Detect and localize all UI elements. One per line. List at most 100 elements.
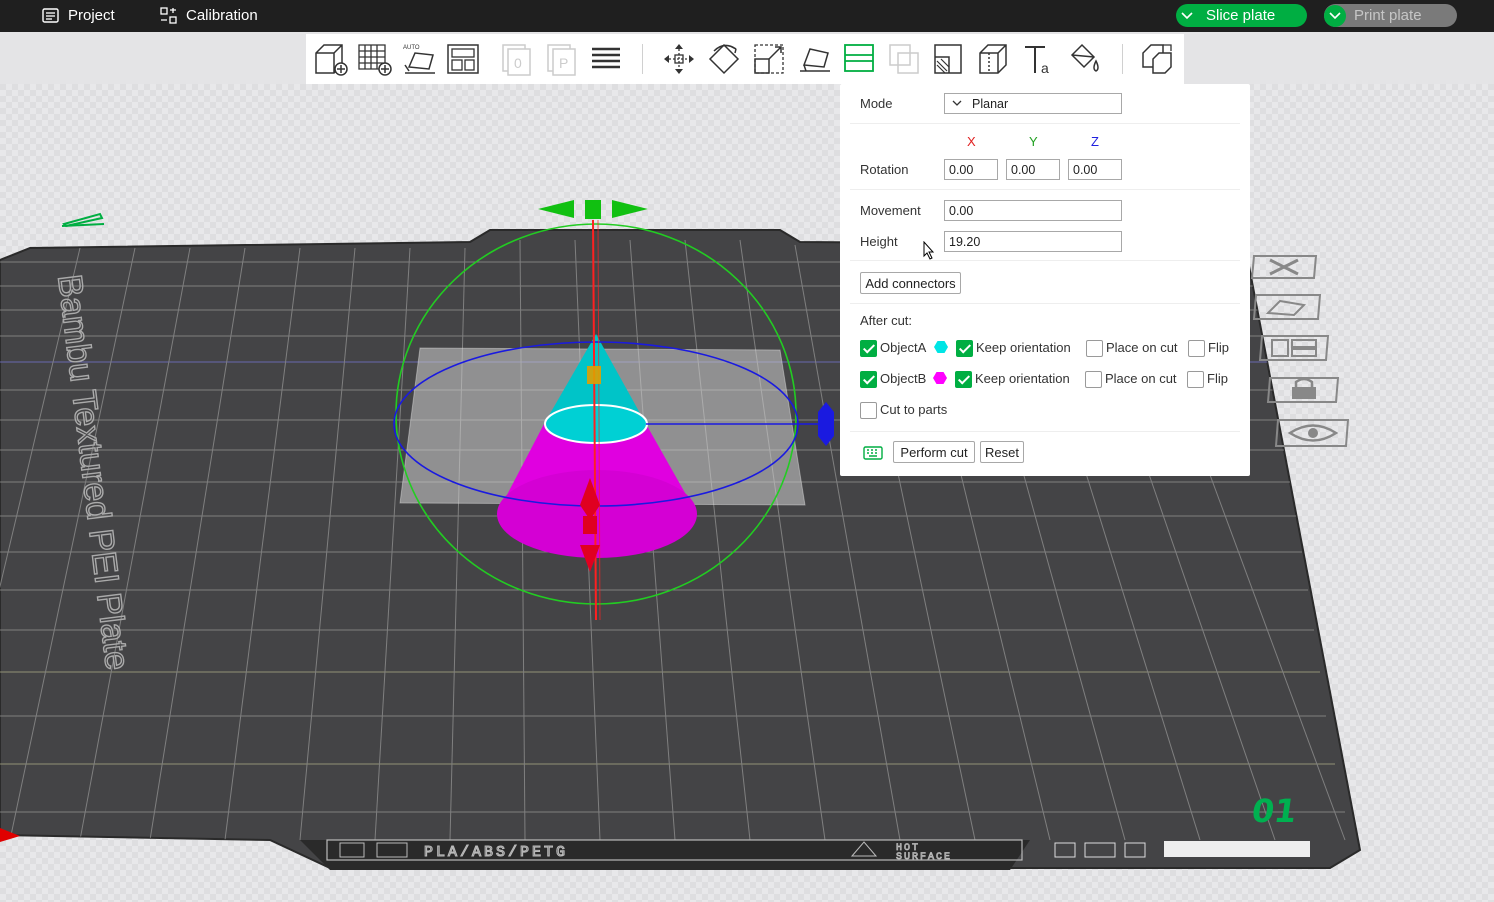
slice-plate-label: Slice plate [1206,7,1276,24]
height-label: Height [860,234,898,249]
object-b-place-on-cut-checkbox[interactable] [1085,371,1102,388]
chevron-down-icon[interactable] [1176,5,1198,27]
cut-to-parts-checkbox[interactable] [860,402,877,419]
surface-text: SURFACE [896,852,952,863]
calibration-icon [160,6,177,24]
object-a-checkbox[interactable] [860,340,877,357]
object-b-checkbox[interactable] [860,371,877,388]
mouse-cursor-icon [923,241,935,260]
arrange-plate-button[interactable] [1258,332,1332,369]
cut-icon [844,44,874,72]
divider [850,189,1240,190]
keep-orientation-label: Keep orientation [975,371,1070,386]
calibration-label: Calibration [186,6,258,24]
plate-visibility-button[interactable] [1274,416,1352,455]
support-paint-icon [934,44,962,74]
add-object-icon [315,44,348,76]
clone-button[interactable]: 0 [499,41,535,77]
keyboard-icon[interactable] [863,446,883,460]
build-plate-scene: Bambu Textured PEI Plate PLA/ABS/PETG HO… [0,84,1494,902]
rotate-button[interactable] [706,41,742,77]
auto-orient-plate-button[interactable] [1252,291,1324,328]
rotation-y-input[interactable] [1006,159,1060,180]
slice-plate-button[interactable]: Slice plate [1176,4,1307,27]
assembly-button[interactable] [1139,41,1175,77]
print-plate-label: Print plate [1354,7,1422,24]
layers-button[interactable] [588,41,624,77]
project-menu[interactable]: Project [42,0,115,30]
divider [850,123,1240,124]
move-icon [664,44,694,74]
object-a-place-on-cut-checkbox[interactable] [1086,340,1103,357]
support-paint-button[interactable] [931,41,967,77]
object-a-color-icon [934,341,948,353]
keep-orientation-label: Keep orientation [976,340,1071,355]
arrange-icon [1258,335,1330,361]
assembly-icon [1142,44,1172,74]
add-connectors-button[interactable]: Add connectors [860,272,961,294]
print-plate-button[interactable]: Print plate [1324,4,1457,27]
seam-paint-icon [979,44,1007,74]
move-button[interactable] [661,41,697,77]
place-on-cut-label: Place on cut [1106,340,1178,355]
reset-button[interactable]: Reset [980,441,1024,463]
project-icon [42,7,59,23]
toolbar-separator [1122,44,1123,74]
divider [850,431,1240,432]
boolean-button[interactable] [886,41,922,77]
delete-plate-button[interactable] [1250,252,1320,287]
text-button[interactable]: a [1021,41,1057,77]
lay-on-face-button[interactable] [796,41,832,77]
flip-label: Flip [1208,340,1229,355]
filament-text: PLA/ABS/PETG [424,844,568,861]
mode-select[interactable]: Planar [944,93,1122,114]
rotate-icon [708,43,740,75]
object-b-label: ObjectB [880,371,927,386]
text-icon: a [1025,46,1049,76]
toolbar-separator [642,44,643,74]
object-a-label: ObjectA [880,340,927,355]
close-icon [1250,255,1318,279]
scale-icon [754,44,784,74]
add-plate-icon [358,44,392,76]
object-b-flip-checkbox[interactable] [1187,371,1204,388]
plate-setting-button[interactable]: P [544,41,580,77]
orient-icon [1252,294,1322,320]
lock-plate-button[interactable] [1266,374,1342,411]
svg-text:P: P [559,55,568,71]
seam-paint-button[interactable] [976,41,1012,77]
color-paint-button[interactable] [1066,41,1102,77]
boolean-icon [889,44,919,74]
object-a-keep-orientation-checkbox[interactable] [956,340,973,357]
clone-icon: 0 [502,44,531,76]
scale-button[interactable] [751,41,787,77]
svg-text:0: 0 [514,55,522,71]
main-toolbar: AUTO 0 P a [306,34,1184,84]
movement-input[interactable] [944,200,1122,221]
svg-text:a: a [1041,60,1049,76]
auto-orient-button[interactable]: AUTO [401,41,437,77]
svg-text:AUTO: AUTO [403,45,420,51]
object-b-keep-orientation-checkbox[interactable] [955,371,972,388]
lock-icon [1266,377,1340,403]
add-plate-button[interactable] [356,41,392,77]
auto-orient-icon: AUTO [403,45,435,74]
axis-z-label: Z [1091,134,1099,149]
mode-label: Mode [860,96,893,111]
3d-viewport[interactable]: Bambu Textured PEI Plate PLA/ABS/PETG HO… [0,84,1494,902]
object-a-flip-checkbox[interactable] [1188,340,1205,357]
chevron-down-icon[interactable] [1324,4,1346,27]
axis-y-label: Y [1029,134,1038,149]
after-cut-label: After cut: [860,313,913,328]
height-input[interactable] [944,231,1122,252]
rotation-z-input[interactable] [1068,159,1122,180]
add-object-button[interactable] [312,41,348,77]
arrange-button[interactable] [445,41,481,77]
perform-cut-button[interactable]: Perform cut [893,441,975,463]
divider [850,303,1240,304]
mode-value: Planar [972,96,1009,111]
rotation-x-input[interactable] [944,159,998,180]
calibration-menu[interactable]: Calibration [160,0,258,30]
cut-button[interactable] [841,41,877,77]
object-b-color-icon [933,372,947,384]
